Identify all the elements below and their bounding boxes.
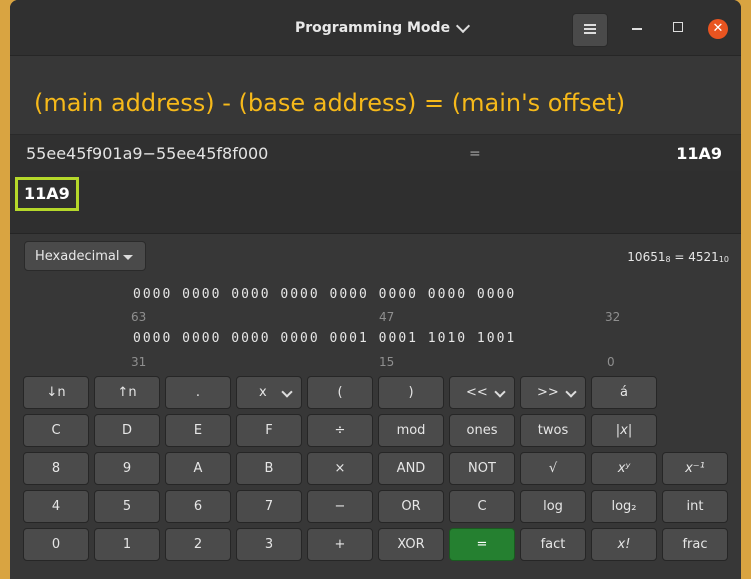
digit-3-button[interactable]: 3 [236,528,302,561]
minimize-button[interactable] [632,28,642,30]
digit-1-button[interactable]: 1 [94,528,160,561]
hamburger-menu-button[interactable] [572,13,608,47]
square-root-button[interactable]: √ [520,452,586,485]
title-bar: Programming Mode ✕ [10,0,741,56]
digit-c-button[interactable]: C [23,414,89,447]
shift-up-button[interactable]: ↑n [94,376,160,409]
conversion-equals: = [670,250,689,264]
history-equals: = [469,146,481,162]
digit-7-button[interactable]: 7 [236,490,302,523]
maximize-button[interactable] [673,22,683,32]
bit-label: 15 [379,355,395,369]
digit-6-button[interactable]: 6 [165,490,231,523]
divide-button[interactable]: ÷ [307,414,373,447]
digit-f-button[interactable]: F [236,414,302,447]
subtract-button[interactable]: − [307,490,373,523]
multiply-button[interactable]: × [307,452,373,485]
base-selector[interactable]: Hexadecimal [24,241,146,271]
equals-button[interactable]: = [449,528,515,561]
base-selector-label: Hexadecimal [35,249,120,264]
bit-row-upper[interactable]: 0000 0000 0000 0000 0000 0000 0000 0000 [133,287,516,302]
digit-2-button[interactable]: 2 [165,528,231,561]
digit-e-button[interactable]: E [165,414,231,447]
or-button[interactable]: OR [378,490,444,523]
bit-label: 0 [607,355,615,369]
base-conversion: 106518 = 452110 [627,250,729,264]
decimal-subscript: 10 [718,255,729,264]
log2-button[interactable]: log₂ [591,490,657,523]
shift-left-label: << [466,385,488,400]
shift-right-label: >> [537,385,559,400]
shift-down-button[interactable]: ↓n [23,376,89,409]
digit-d-button[interactable]: D [94,414,160,447]
twos-complement-button[interactable]: twos [520,414,586,447]
close-paren-button[interactable]: ) [378,376,444,409]
add-button[interactable]: + [307,528,373,561]
log-button[interactable]: log [520,490,586,523]
factorial-button[interactable]: x! [591,528,657,561]
digit-0-button[interactable]: 0 [23,528,89,561]
bit-label: 47 [379,310,395,324]
history-result: 11A9 [676,144,722,163]
integer-button[interactable]: int [662,490,728,523]
not-button[interactable]: NOT [449,452,515,485]
digit-5-button[interactable]: 5 [94,490,160,523]
annotation-area: (main address) - (base address) = (main'… [10,56,741,134]
octal-value: 10651 [627,250,666,264]
close-icon: ✕ [712,21,724,36]
digit-a-button[interactable]: A [165,452,231,485]
triangle-down-icon [123,255,133,260]
factorize-button[interactable]: fact [520,528,586,561]
input-area[interactable]: 11A9 [10,171,741,234]
bit-row-lower[interactable]: 0000 0000 0000 0000 0001 0001 1010 1001 [133,331,516,346]
history-row[interactable]: 55ee45f901a9−55ee45f8f000 = 11A9 [10,134,741,172]
digit-b-button[interactable]: B [236,452,302,485]
chevron-down-icon [281,386,293,398]
open-paren-button[interactable]: ( [307,376,373,409]
x-memory-button[interactable]: x [236,376,302,409]
chevron-down-icon [565,386,577,398]
hamburger-icon [584,24,596,34]
x-memory-label: x [259,385,267,400]
digit-4-button[interactable]: 4 [23,490,89,523]
current-value: 11A9 [15,177,79,211]
decimal-value: 4521 [688,250,719,264]
absolute-value-button[interactable]: |x| [591,414,657,447]
window-title: Programming Mode [295,20,451,36]
chevron-down-icon [455,18,471,33]
reciprocal-button[interactable]: x⁻¹ [662,452,728,485]
calculator-window: Programming Mode ✕ (main address) - (bas… [10,0,741,579]
shift-left-button[interactable]: << [449,376,515,409]
bit-label: 31 [131,355,147,369]
shift-right-button[interactable]: >> [520,376,586,409]
and-button[interactable]: AND [378,452,444,485]
character-button[interactable]: á [591,376,657,409]
history-expression: 55ee45f901a9−55ee45f8f000 [26,144,269,163]
annotation-text: (main address) - (base address) = (main'… [34,89,626,117]
digit-8-button[interactable]: 8 [23,452,89,485]
xor-button[interactable]: XOR [378,528,444,561]
chevron-down-icon [494,386,506,398]
clear-button[interactable]: C [449,490,515,523]
bit-label: 63 [131,310,147,324]
power-button[interactable]: xʸ [591,452,657,485]
digit-9-button[interactable]: 9 [94,452,160,485]
decimal-point-button[interactable]: . [165,376,231,409]
bit-label: 32 [605,310,621,324]
close-button[interactable]: ✕ [708,19,728,39]
mod-button[interactable]: mod [378,414,444,447]
ones-complement-button[interactable]: ones [449,414,515,447]
mode-menu-button[interactable]: Programming Mode [295,18,471,36]
fraction-button[interactable]: frac [662,528,728,561]
